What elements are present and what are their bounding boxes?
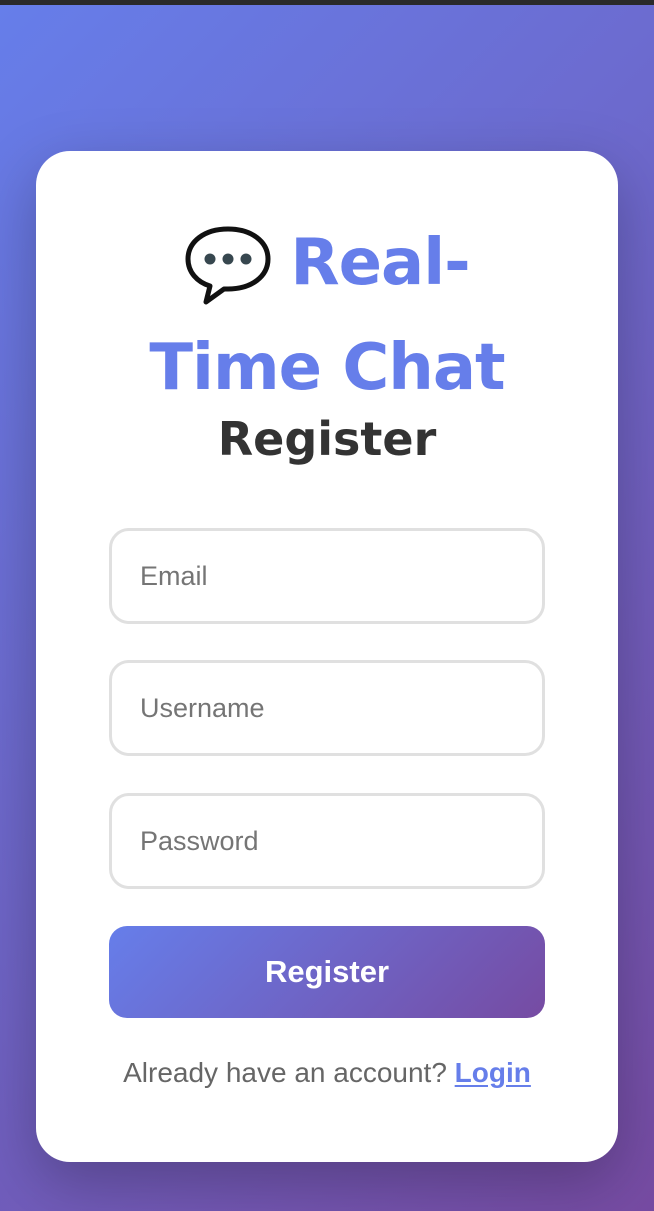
app-title-line2: Time Chat xyxy=(149,331,505,405)
password-field[interactable] xyxy=(109,793,545,889)
login-prompt: Already have an account? Login xyxy=(36,1051,618,1095)
app-title-line1: Real- xyxy=(290,226,470,300)
username-field[interactable] xyxy=(109,660,545,756)
register-button[interactable]: Register xyxy=(109,926,545,1018)
window-top-bar xyxy=(0,0,654,5)
login-prompt-text: Already have an account? xyxy=(123,1057,447,1088)
form-heading: Register xyxy=(217,412,437,466)
login-link[interactable]: Login xyxy=(455,1057,531,1088)
email-field[interactable] xyxy=(109,528,545,624)
speech-bubble-icon xyxy=(184,225,272,326)
register-card: Real- Time Chat Register Register Alread… xyxy=(36,151,618,1162)
app-title: Real- Time Chat xyxy=(36,221,618,410)
